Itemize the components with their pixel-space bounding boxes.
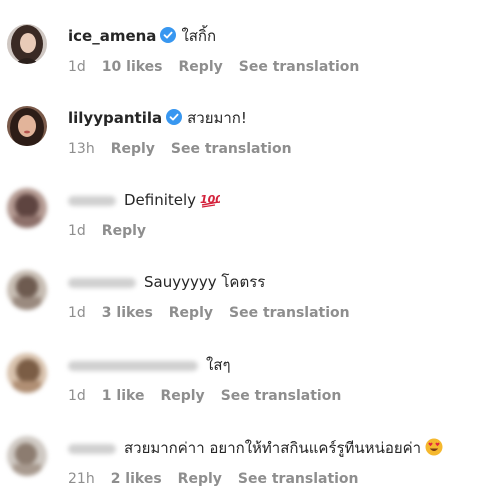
comment-item: ice_amena ใสกิ้ก 1d 10 likes Reply See trans… bbox=[0, 18, 503, 100]
username-redacted[interactable] bbox=[68, 277, 136, 288]
reply-button[interactable]: Reply bbox=[179, 59, 223, 75]
avatar[interactable] bbox=[7, 24, 47, 64]
comment-item: Sauyyyyy โคตรร 1d 3 likes Reply See transla… bbox=[0, 264, 503, 346]
username[interactable]: lilyypantila bbox=[68, 109, 162, 127]
avatar[interactable] bbox=[7, 270, 47, 310]
comment-text: Definitely bbox=[124, 191, 197, 209]
avatar[interactable] bbox=[7, 188, 47, 228]
comment-time: 1d bbox=[68, 223, 86, 239]
reply-button[interactable]: Reply bbox=[169, 305, 213, 321]
verified-badge-icon bbox=[160, 27, 177, 43]
comment-text: Sauyyyyy โคตรร bbox=[144, 273, 266, 291]
reply-button[interactable]: Reply bbox=[111, 141, 155, 157]
username-redacted[interactable] bbox=[68, 195, 116, 206]
verified-badge-icon bbox=[166, 109, 183, 125]
reply-button[interactable]: Reply bbox=[160, 388, 204, 404]
comment-item: ใสๆ 1d 1 like Reply See translation bbox=[0, 347, 503, 429]
see-translation-button[interactable]: See translation bbox=[221, 388, 342, 404]
comment-item: lilyypantila สวยมาก! 13h Reply See translat… bbox=[0, 100, 503, 182]
comment-time: 1d bbox=[68, 305, 86, 321]
see-translation-button[interactable]: See translation bbox=[229, 305, 350, 321]
comment-text: ใสๆ bbox=[206, 356, 231, 374]
likes-count[interactable]: 10 likes bbox=[102, 59, 163, 75]
avatar[interactable] bbox=[7, 106, 47, 146]
comment-time: 13h bbox=[68, 141, 95, 157]
hundred-points-icon: 100 bbox=[200, 190, 223, 213]
comment-text: สวยมากค่าา อยากให้ทำสกินแคร์รูทีนหน่อยค่… bbox=[124, 439, 422, 457]
comment-item: Definitely100 1d Reply bbox=[0, 182, 503, 264]
heart-eyes-icon bbox=[425, 438, 443, 461]
username[interactable]: ice_amena bbox=[68, 27, 156, 45]
comment-text: ใสกิ้ก bbox=[181, 27, 217, 45]
likes-count[interactable]: 3 likes bbox=[102, 305, 153, 321]
comment-time: 1d bbox=[68, 59, 86, 75]
username-redacted[interactable] bbox=[68, 443, 116, 454]
likes-count[interactable]: 1 like bbox=[102, 388, 145, 404]
see-translation-button[interactable]: See translation bbox=[171, 141, 292, 157]
avatar[interactable] bbox=[7, 353, 47, 393]
username-redacted[interactable] bbox=[68, 360, 198, 371]
comment-time: 1d bbox=[68, 388, 86, 404]
comment-text: สวยมาก! bbox=[187, 109, 247, 127]
avatar[interactable] bbox=[7, 436, 47, 476]
see-translation-button[interactable]: See translation bbox=[239, 59, 360, 75]
reply-button[interactable]: Reply bbox=[102, 223, 146, 239]
comment-item: สวยมากค่าา อยากให้ทำสกินแคร์รูทีนหน่อยค่… bbox=[0, 428, 503, 487]
